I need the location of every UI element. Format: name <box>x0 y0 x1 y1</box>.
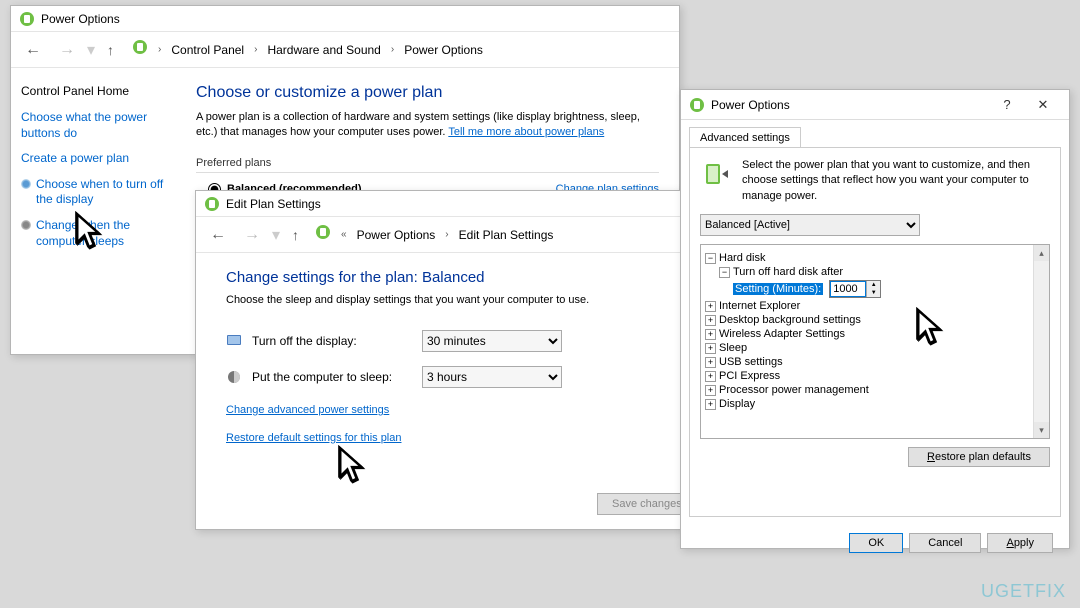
back-button[interactable]: ← <box>204 222 232 248</box>
tree-item[interactable]: Processor power management <box>719 384 869 396</box>
tab-strip: Advanced settings <box>681 120 1069 147</box>
forward-button[interactable]: → <box>238 222 266 248</box>
restore-defaults-button[interactable]: Restore plan defaults <box>908 447 1050 467</box>
scroll-down-icon[interactable]: ▾ <box>1034 422 1049 438</box>
chevron-icon: › <box>445 229 448 240</box>
up-button[interactable]: ↑ <box>286 223 305 247</box>
learn-more-link[interactable]: Tell me more about power plans <box>448 126 604 138</box>
chevron-icon: « <box>341 229 347 240</box>
nav-toolbar: ← → ▾ ↑ › Control Panel › Hardware and S… <box>11 32 679 68</box>
battery-icon <box>19 11 35 27</box>
cancel-button[interactable]: Cancel <box>909 533 981 553</box>
ok-button[interactable]: OK <box>849 533 903 553</box>
advanced-settings-dialog: Power Options ? ✕ Advanced settings Sele… <box>680 89 1070 549</box>
page-heading: Choose or customize a power plan <box>196 84 659 102</box>
tree-item[interactable]: USB settings <box>719 356 783 368</box>
tree-hard-disk[interactable]: Hard disk <box>719 252 765 264</box>
power-plan-select[interactable]: Balanced [Active] <box>700 214 920 236</box>
tree-turn-off-hdd[interactable]: Turn off hard disk after <box>733 266 843 278</box>
turn-off-display-label: Turn off the display: <box>252 334 412 348</box>
tree-item[interactable]: PCI Express <box>719 370 780 382</box>
close-button[interactable]: ✕ <box>1025 97 1061 113</box>
back-button[interactable]: ← <box>19 37 47 63</box>
sleep-label: Put the computer to sleep: <box>252 370 412 384</box>
battery-icon <box>315 224 331 240</box>
collapse-icon[interactable]: − <box>719 267 730 278</box>
tree-item[interactable]: Desktop background settings <box>719 314 861 326</box>
sidebar-link-create-plan[interactable]: Create a power plan <box>21 151 166 167</box>
scrollbar[interactable]: ▴ ▾ <box>1033 245 1049 438</box>
battery-icon <box>204 196 220 212</box>
window-title: Edit Plan Settings <box>226 197 321 211</box>
expand-icon[interactable]: + <box>705 301 716 312</box>
help-button[interactable]: ? <box>989 97 1025 112</box>
up-button[interactable]: ↑ <box>101 38 120 62</box>
apply-button[interactable]: Apply <box>987 533 1053 553</box>
sidebar-home[interactable]: Control Panel Home <box>21 84 166 98</box>
settings-tree[interactable]: −Hard disk −Turn off hard disk after Set… <box>701 245 1033 438</box>
battery-icon <box>132 39 148 55</box>
window-title: Power Options <box>41 12 120 26</box>
page-description: A power plan is a collection of hardware… <box>196 110 659 141</box>
expand-icon[interactable]: + <box>705 357 716 368</box>
sidebar-link-computer-sleeps[interactable]: Change when the computer sleeps <box>21 218 166 249</box>
breadcrumb-item[interactable]: Power Options <box>357 228 436 242</box>
breadcrumb-item[interactable]: Power Options <box>404 43 483 57</box>
breadcrumb-item[interactable]: Control Panel <box>171 43 244 57</box>
watermark: UGETFIX <box>981 581 1066 602</box>
tree-item[interactable]: Internet Explorer <box>719 300 800 312</box>
sidebar: Control Panel Home Choose what the power… <box>11 68 176 354</box>
titlebar: Power Options <box>11 6 679 32</box>
forward-button[interactable]: → <box>53 37 81 63</box>
battery-icon <box>689 97 705 113</box>
intro-text: Select the power plan that you want to c… <box>742 158 1050 204</box>
minutes-input[interactable] <box>830 281 866 297</box>
turn-off-display-select[interactable]: 30 minutes <box>422 330 562 352</box>
display-icon <box>226 333 242 349</box>
chevron-icon: › <box>391 44 394 55</box>
collapse-icon[interactable]: − <box>705 253 716 264</box>
sidebar-link-turn-off-display[interactable]: Choose when to turn off the display <box>21 177 166 208</box>
expand-icon[interactable]: + <box>705 371 716 382</box>
scroll-up-icon[interactable]: ▴ <box>1034 245 1049 261</box>
tab-advanced-settings[interactable]: Advanced settings <box>689 127 801 148</box>
expand-icon[interactable]: + <box>705 385 716 396</box>
breadcrumb-item[interactable]: Edit Plan Settings <box>459 228 554 242</box>
setting-minutes-label[interactable]: Setting (Minutes): <box>733 283 823 295</box>
battery-plug-icon <box>700 158 732 190</box>
dialog-title: Power Options <box>711 98 989 112</box>
spinner-down[interactable]: ▼ <box>867 289 880 297</box>
sidebar-link-power-buttons[interactable]: Choose what the power buttons do <box>21 110 166 141</box>
sleep-icon <box>226 369 242 385</box>
expand-icon[interactable]: + <box>705 315 716 326</box>
tree-item[interactable]: Wireless Adapter Settings <box>719 328 845 340</box>
chevron-icon: › <box>254 44 257 55</box>
preferred-plans-label: Preferred plans <box>196 157 659 173</box>
sleep-select[interactable]: 3 hours <box>422 366 562 388</box>
spinner-up[interactable]: ▲ <box>867 281 880 289</box>
tree-item[interactable]: Display <box>719 398 755 410</box>
dialog-titlebar: Power Options ? ✕ <box>681 90 1069 120</box>
chevron-icon: › <box>158 44 161 55</box>
minutes-spinner[interactable]: ▲▼ <box>829 280 881 298</box>
expand-icon[interactable]: + <box>705 329 716 340</box>
expand-icon[interactable]: + <box>705 343 716 354</box>
expand-icon[interactable]: + <box>705 399 716 410</box>
breadcrumb-item[interactable]: Hardware and Sound <box>267 43 380 57</box>
tree-item[interactable]: Sleep <box>719 342 747 354</box>
tab-panel: Select the power plan that you want to c… <box>689 147 1061 517</box>
